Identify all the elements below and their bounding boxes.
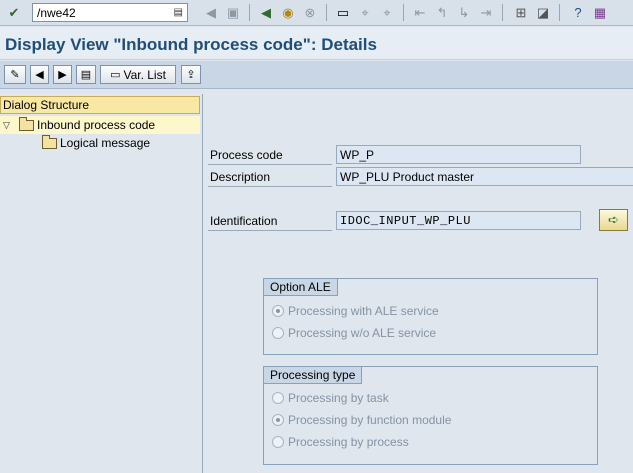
radio-button-selected[interactable] bbox=[272, 305, 284, 317]
radio-processing-by-process[interactable]: Processing by process bbox=[272, 433, 409, 451]
customize-layout-icon[interactable]: ▦ bbox=[591, 3, 609, 21]
tree-node-label: Logical message bbox=[60, 136, 151, 150]
command-input[interactable] bbox=[37, 5, 167, 20]
tree-node-logical-message[interactable]: Logical message bbox=[42, 134, 150, 152]
folder-icon bbox=[42, 134, 57, 149]
option-ale-group: Option ALE Processing with ALE service P… bbox=[263, 278, 598, 355]
var-list-label: Var. List bbox=[123, 67, 166, 82]
radio-label: Processing by task bbox=[288, 391, 389, 405]
next-entry-button[interactable]: ▶ bbox=[53, 65, 72, 84]
dropdown-arrow-icon[interactable]: ▤ bbox=[174, 7, 183, 18]
identification-label: Identification bbox=[208, 212, 332, 231]
title-bar: Display View "Inbound process code": Det… bbox=[0, 27, 633, 60]
radio-processing-with-ale[interactable]: Processing with ALE service bbox=[272, 302, 439, 320]
toolbar-separator bbox=[326, 4, 327, 21]
radio-processing-by-function-module[interactable]: Processing by function module bbox=[272, 411, 451, 429]
processing-type-title: Processing type bbox=[264, 367, 363, 384]
export-icon: ⇪ bbox=[186, 69, 196, 81]
previous-page-icon[interactable]: ↰ bbox=[433, 3, 451, 21]
previous-entry-button[interactable]: ◀ bbox=[30, 65, 49, 84]
print-icon[interactable]: ▭ bbox=[334, 3, 352, 21]
next-page-icon[interactable]: ↳ bbox=[455, 3, 473, 21]
other-entry-button[interactable]: ▤ bbox=[76, 65, 96, 84]
last-page-icon[interactable]: ⇥ bbox=[477, 3, 495, 21]
check-icon[interactable]: ✔ bbox=[5, 3, 23, 21]
radio-button-selected[interactable] bbox=[272, 414, 284, 426]
help-icon[interactable]: ? bbox=[569, 3, 587, 21]
toolbar-separator bbox=[403, 4, 404, 21]
navigate-arrow-icon: ➪ bbox=[608, 212, 619, 227]
print-list-icon: ▭ bbox=[110, 69, 121, 81]
next-entry-icon: ▶ bbox=[58, 69, 67, 81]
process-code-label: Process code bbox=[208, 146, 332, 165]
new-session-icon[interactable]: ⊞ bbox=[512, 3, 530, 21]
radio-processing-without-ale[interactable]: Processing w/o ALE service bbox=[272, 324, 436, 342]
export-button[interactable]: ⇪ bbox=[181, 65, 201, 84]
radio-processing-by-task[interactable]: Processing by task bbox=[272, 389, 389, 407]
radio-label: Processing by function module bbox=[288, 413, 452, 427]
tree-node-label: Inbound process code bbox=[37, 118, 156, 132]
display-change-icon: ✎ bbox=[10, 69, 20, 81]
previous-icon[interactable]: ◀ bbox=[202, 3, 220, 21]
shortcut-icon[interactable]: ◪ bbox=[534, 3, 552, 21]
tree-node-inbound-process-code[interactable]: ▽ Inbound process code bbox=[0, 116, 200, 134]
first-page-icon[interactable]: ⇤ bbox=[411, 3, 429, 21]
toolbar-separator bbox=[559, 4, 560, 21]
identification-field[interactable]: IDOC_INPUT_WP_PLU bbox=[336, 211, 581, 230]
cancel-icon[interactable]: ⊗ bbox=[301, 3, 319, 21]
description-label: Description bbox=[208, 168, 332, 187]
exit-icon[interactable]: ◉ bbox=[279, 3, 297, 21]
radio-button[interactable] bbox=[272, 392, 284, 404]
command-field[interactable]: ▤ bbox=[32, 3, 188, 22]
display-change-button[interactable]: ✎ bbox=[4, 65, 26, 84]
radio-label: Processing by process bbox=[288, 435, 409, 449]
description-field[interactable]: WP_PLU Product master bbox=[336, 167, 633, 186]
expand-triangle-icon[interactable]: ▽ bbox=[3, 120, 13, 131]
processing-type-group: Processing type Processing by task Proce… bbox=[263, 366, 598, 465]
radio-button[interactable] bbox=[272, 436, 284, 448]
detail-area: Process code WP_P Description WP_PLU Pro… bbox=[205, 94, 633, 473]
find-icon[interactable]: ⌖ bbox=[356, 3, 374, 21]
application-toolbar: ✎ ◀ ▶ ▤ ▭ Var. List ⇪ bbox=[0, 61, 633, 89]
folder-open-icon bbox=[19, 116, 34, 131]
radio-button[interactable] bbox=[272, 327, 284, 339]
back-icon[interactable]: ◀ bbox=[257, 3, 275, 21]
page-title: Display View "Inbound process code": Det… bbox=[5, 35, 377, 54]
dialog-structure-panel: Dialog Structure ▽ Inbound process code … bbox=[0, 94, 203, 473]
radio-label: Processing w/o ALE service bbox=[288, 326, 437, 340]
display-function-button[interactable]: ➪ bbox=[599, 209, 628, 231]
toolbar-separator bbox=[502, 4, 503, 21]
radio-label: Processing with ALE service bbox=[288, 304, 439, 318]
option-ale-title: Option ALE bbox=[264, 279, 338, 296]
other-entry-icon: ▤ bbox=[80, 69, 92, 81]
var-list-button[interactable]: ▭ Var. List bbox=[100, 65, 176, 84]
save-icon[interactable]: ▣ bbox=[224, 3, 242, 21]
process-code-field[interactable]: WP_P bbox=[336, 145, 581, 164]
dialog-structure-header: Dialog Structure bbox=[0, 96, 200, 114]
previous-entry-icon: ◀ bbox=[35, 69, 44, 81]
system-toolbar: ✔ ▤ ◀ ▣ ◀ ◉ ⊗ ▭ ⌖ ⌖ ⇤ ↰ ↳ ⇥ ⊞ ◪ ? ▦ bbox=[0, 0, 633, 26]
find-next-icon[interactable]: ⌖ bbox=[378, 3, 396, 21]
toolbar-separator bbox=[249, 4, 250, 21]
